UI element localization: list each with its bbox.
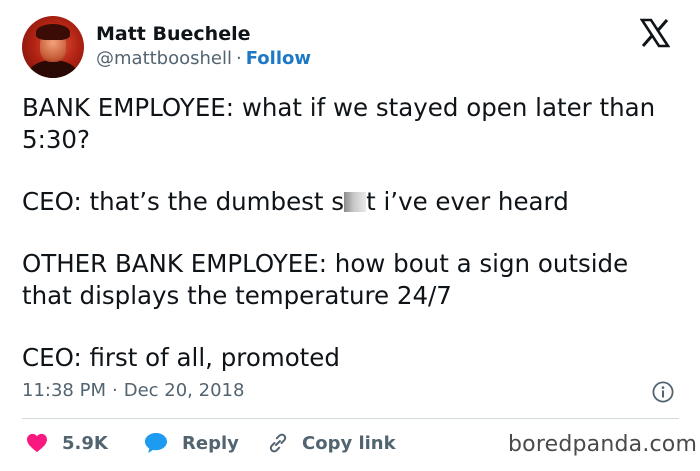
watermark: boredpanda.com	[508, 432, 698, 457]
tweet-timestamp[interactable]: 11:38 PM · Dec 20, 2018	[22, 380, 244, 401]
tweet-line: CEO: first of all, promoted	[22, 343, 340, 372]
tweet-line: OTHER BANK EMPLOYEE: how bout a sign out…	[22, 249, 629, 310]
link-icon	[269, 433, 287, 453]
reply-label: Reply	[182, 432, 239, 454]
reply-button[interactable]: Reply	[144, 428, 239, 458]
follow-button[interactable]: Follow	[246, 48, 311, 69]
avatar-hair	[36, 24, 70, 40]
author-handle-row: @mattbooshell · Follow	[96, 48, 311, 69]
like-count: 5.9K	[62, 432, 108, 454]
author-handle[interactable]: @mattbooshell	[96, 48, 232, 69]
tweet-card: Matt Buechele @mattbooshell · Follow BANK …	[0, 0, 700, 471]
tweet-line-part: t i’ve ever heard	[366, 187, 569, 216]
tweet-line-part: CEO: that’s the dumbest s	[22, 187, 345, 216]
avatar[interactable]	[22, 16, 84, 78]
tweet-time: 11:38 PM	[22, 380, 106, 401]
speech-bubble-icon	[145, 433, 167, 453]
tweet-text: BANK EMPLOYEE: what if we stayed open la…	[22, 92, 682, 374]
tweet-date: Dec 20, 2018	[123, 380, 245, 401]
info-icon[interactable]	[652, 381, 674, 403]
x-logo-icon[interactable]	[640, 18, 670, 48]
like-button[interactable]: 5.9K	[26, 428, 108, 458]
author-name[interactable]: Matt Buechele	[96, 23, 250, 45]
divider	[22, 418, 679, 419]
timestamp-separator: ·	[111, 380, 118, 401]
tweet-line: BANK EMPLOYEE: what if we stayed open la…	[22, 93, 656, 154]
copy-link-button[interactable]: Copy link	[266, 428, 396, 458]
avatar-shoulders	[28, 60, 78, 78]
copy-link-label: Copy link	[302, 432, 396, 454]
tweet-line: CEO: that’s the dumbest s t i’ve ever hea…	[22, 186, 682, 218]
handle-separator: ·	[236, 48, 242, 69]
censor-blur	[344, 192, 367, 212]
heart-icon	[27, 433, 47, 453]
